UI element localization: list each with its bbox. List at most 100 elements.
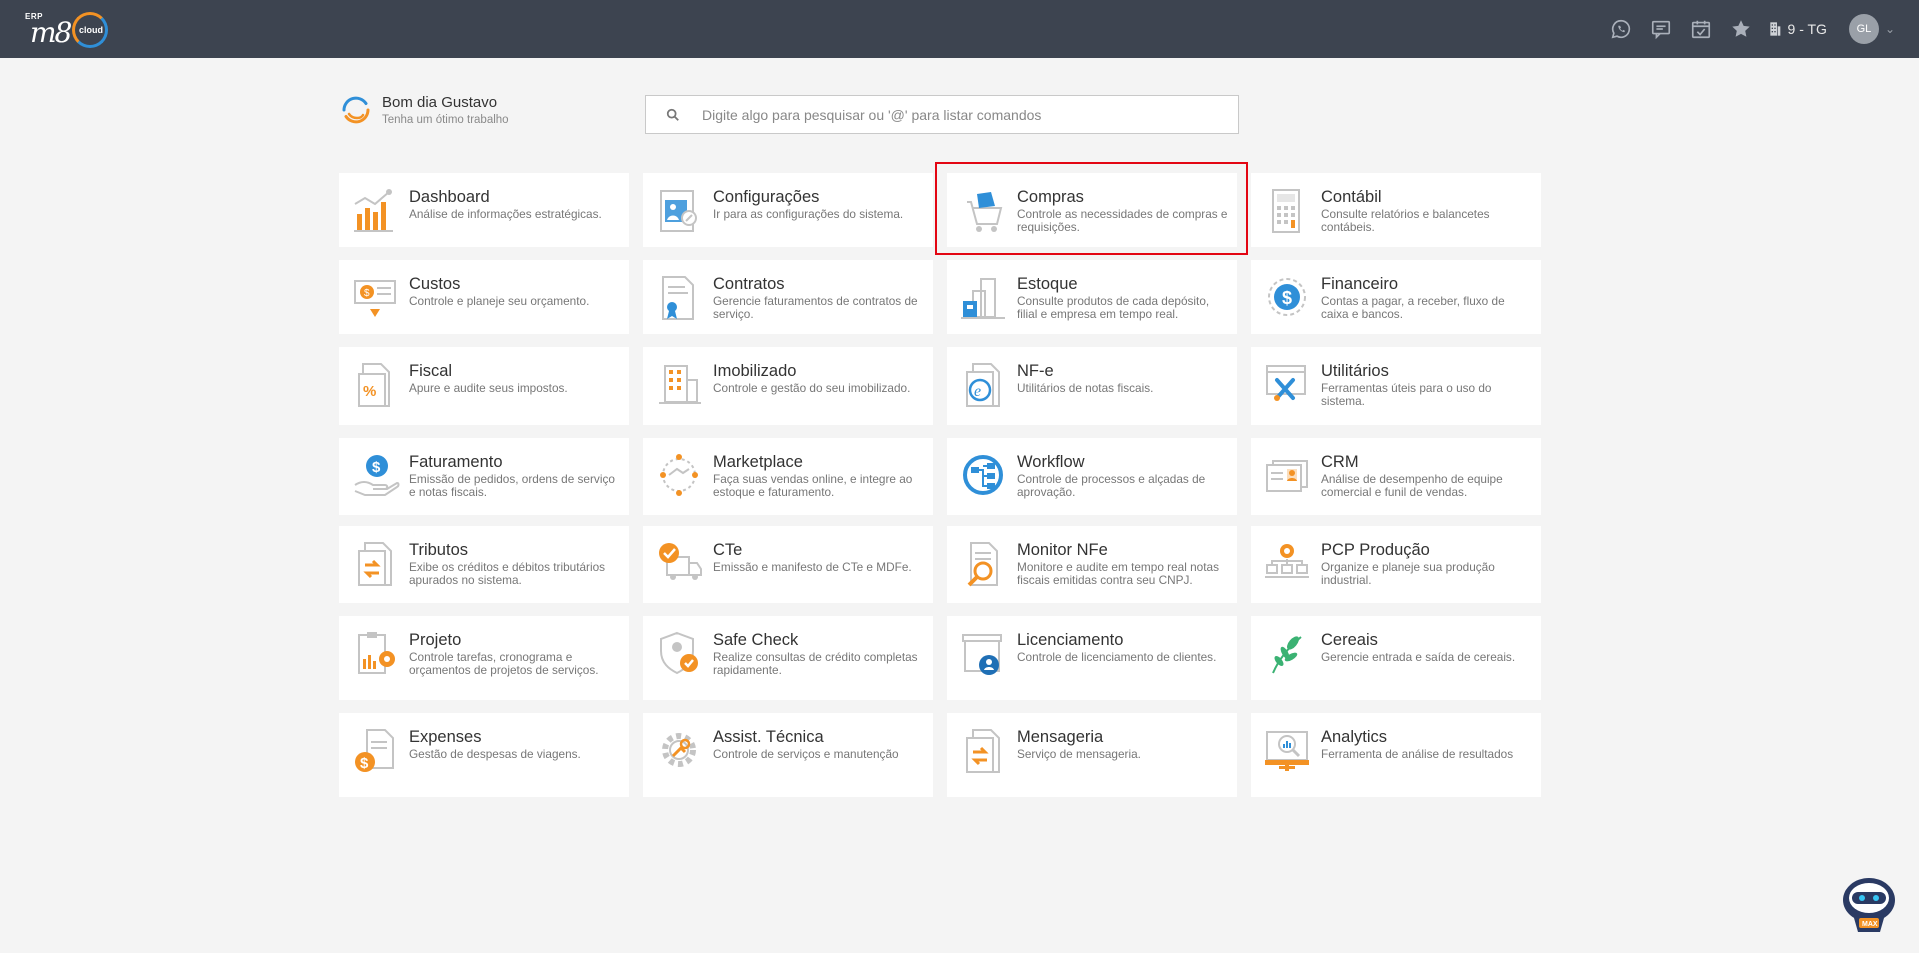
module-title: Configurações	[713, 188, 820, 206]
company-label: 9 - TG	[1787, 21, 1827, 37]
module-card-contratos[interactable]: Contratos Gerencie faturamentos de contra…	[643, 260, 933, 334]
module-description: Análise de desempenho de equipe comercia…	[1321, 472, 1503, 499]
module-title: Financeiro	[1321, 275, 1399, 293]
billing-icon: $	[351, 451, 401, 501]
module-card-analytics[interactable]: Analytics Ferramenta de análise de result…	[1251, 713, 1541, 797]
search-input[interactable]	[702, 106, 1222, 123]
module-title: NF-e	[1017, 362, 1054, 380]
module-title: Cereais	[1321, 631, 1378, 649]
module-card-licenciamento[interactable]: Licenciamento Controle de licenciamento d…	[947, 616, 1237, 700]
greeting-subtitle: Tenha um ótimo trabalho	[382, 114, 509, 126]
building-icon	[655, 360, 705, 410]
module-description: Gerencie entrada e saída de cereais.	[1321, 650, 1516, 664]
module-description: Serviço de mensageria.	[1017, 747, 1141, 761]
module-card-expenses[interactable]: $ Expenses Gestão de despesas de viagens.	[339, 713, 629, 797]
module-card-pcp-producao[interactable]: PCP Produção Organize e planeje sua produ…	[1251, 526, 1541, 603]
svg-text:$: $	[1282, 288, 1292, 308]
module-description: Ir para as configurações do sistema.	[713, 207, 904, 221]
module-description: Realize consultas de crédito completas r…	[713, 650, 918, 677]
module-card-crm[interactable]: CRM Análise de desempenho de equipe comer…	[1251, 438, 1541, 515]
module-title: Safe Check	[713, 631, 799, 649]
top-actions: 9 - TG GL ⌄	[1601, 0, 1919, 58]
marketplace-icon	[655, 451, 705, 501]
module-title: Marketplace	[713, 453, 803, 471]
module-description: Consulte produtos de cada depósito, fili…	[1017, 294, 1210, 321]
calendar-icon[interactable]	[1681, 9, 1721, 49]
module-description: Emissão de pedidos, ordens de serviço e …	[409, 472, 615, 499]
module-card-cte[interactable]: CTe Emissão e manifesto de CTe e MDFe.	[643, 526, 933, 603]
module-description: Análise de informações estratégicas.	[409, 207, 602, 221]
module-card-imobilizado[interactable]: Imobilizado Controle e gestão do seu imob…	[643, 347, 933, 425]
module-card-marketplace[interactable]: Marketplace Faça suas vendas online, e in…	[643, 438, 933, 515]
expenses-icon: $	[351, 726, 401, 776]
building-icon	[1769, 22, 1780, 36]
settings-icon	[655, 186, 705, 236]
search-box[interactable]	[645, 95, 1239, 134]
module-card-faturamento[interactable]: $ Faturamento Emissão de pedidos, ordens …	[339, 438, 629, 515]
module-card-projeto[interactable]: Projeto Controle tarefas, cronograma e or…	[339, 616, 629, 700]
module-description: Controle as necessidades de compras e re…	[1017, 207, 1228, 234]
chevron-down-icon[interactable]: ⌄	[1885, 22, 1895, 36]
module-card-cereais[interactable]: Cereais Gerencie entrada e saída de cerea…	[1251, 616, 1541, 700]
module-description: Apure e audite seus impostos.	[409, 381, 568, 395]
company-selector[interactable]: 9 - TG	[1767, 21, 1827, 37]
svg-text:$: $	[372, 459, 381, 476]
tools-icon	[1263, 360, 1313, 410]
crm-icon	[1263, 451, 1313, 501]
logo-m8-text: m8	[30, 16, 72, 49]
greeting: Bom dia Gustavo Tenha um ótimo trabalho	[338, 92, 509, 128]
whatsapp-icon[interactable]	[1601, 9, 1641, 49]
contract-icon	[655, 273, 705, 323]
module-description: Faça suas vendas online, e integre ao es…	[713, 472, 913, 499]
module-card-assist-tecnica[interactable]: Assist. Técnica Controle de serviços e ma…	[643, 713, 933, 797]
module-title: Contábil	[1321, 188, 1382, 206]
truck-icon	[655, 539, 705, 589]
module-card-fiscal[interactable]: % Fiscal Apure e audite seus impostos.	[339, 347, 629, 425]
module-card-compras[interactable]: Compras Controle as necessidades de compr…	[947, 173, 1237, 247]
module-card-monitor-nfe[interactable]: Monitor NFe Monitore e audite em tempo re…	[947, 526, 1237, 603]
star-icon[interactable]	[1721, 9, 1761, 49]
module-card-utilitarios[interactable]: Utilitários Ferramentas úteis para o uso …	[1251, 347, 1541, 425]
module-title: Expenses	[409, 728, 482, 746]
module-card-custos[interactable]: $ Custos Controle e planeje seu orçamento…	[339, 260, 629, 334]
avatar[interactable]: GL	[1848, 14, 1879, 44]
module-card-mensageria[interactable]: Mensageria Serviço de mensageria.	[947, 713, 1237, 797]
robot-mascot-icon[interactable]: MAX	[1840, 874, 1898, 934]
calculator-icon	[1263, 186, 1313, 236]
dashboard-icon	[351, 186, 401, 236]
cart-icon	[959, 186, 1009, 236]
module-card-financeiro[interactable]: $ Financeiro Contas a pagar, a receber, f…	[1251, 260, 1541, 334]
module-card-dashboard[interactable]: Dashboard Análise de informações estratég…	[339, 173, 629, 247]
chat-icon[interactable]	[1641, 9, 1681, 49]
module-title: Compras	[1017, 188, 1084, 206]
stock-icon	[959, 273, 1009, 323]
module-card-configuracoes[interactable]: Configurações Ir para as configurações do…	[643, 173, 933, 247]
taxes-icon	[351, 539, 401, 589]
module-description: Controle de serviços e manutenção	[713, 747, 899, 761]
module-description: Controle de processos e alçadas de aprov…	[1017, 472, 1206, 499]
module-description: Monitore e audite em tempo real notas fi…	[1017, 560, 1219, 587]
module-card-tributos[interactable]: Tributos Exibe os créditos e débitos trib…	[339, 526, 629, 603]
module-title: Contratos	[713, 275, 785, 293]
module-card-safe-check[interactable]: Safe Check Realize consultas de crédito c…	[643, 616, 933, 700]
erp-logo[interactable]: ERP m8 cloud	[22, 10, 122, 50]
module-title: Custos	[409, 275, 461, 293]
shield-icon	[655, 629, 705, 679]
module-title: Dashboard	[409, 188, 490, 206]
module-card-workflow[interactable]: Workflow Controle de processos e alçadas …	[947, 438, 1237, 515]
workflow-icon	[959, 451, 1009, 501]
module-title: Monitor NFe	[1017, 541, 1108, 559]
module-card-estoque[interactable]: Estoque Consulte produtos de cada depósit…	[947, 260, 1237, 334]
module-card-contabil[interactable]: Contábil Consulte relatórios e balancetes…	[1251, 173, 1541, 247]
message-icon	[959, 726, 1009, 776]
module-title: Faturamento	[409, 453, 503, 471]
svg-text:%: %	[363, 383, 376, 400]
module-title: Analytics	[1321, 728, 1388, 746]
svg-text:e: e	[974, 383, 981, 400]
analytics-icon	[1263, 726, 1313, 776]
module-description: Controle de licenciamento de clientes.	[1017, 650, 1217, 664]
top-bar: ERP m8 cloud 9 - TG GL ⌄	[0, 0, 1919, 58]
module-title: Fiscal	[409, 362, 453, 380]
module-card-nfe[interactable]: e NF-e Utilitários de notas fiscais.	[947, 347, 1237, 425]
module-title: Utilitários	[1321, 362, 1389, 380]
